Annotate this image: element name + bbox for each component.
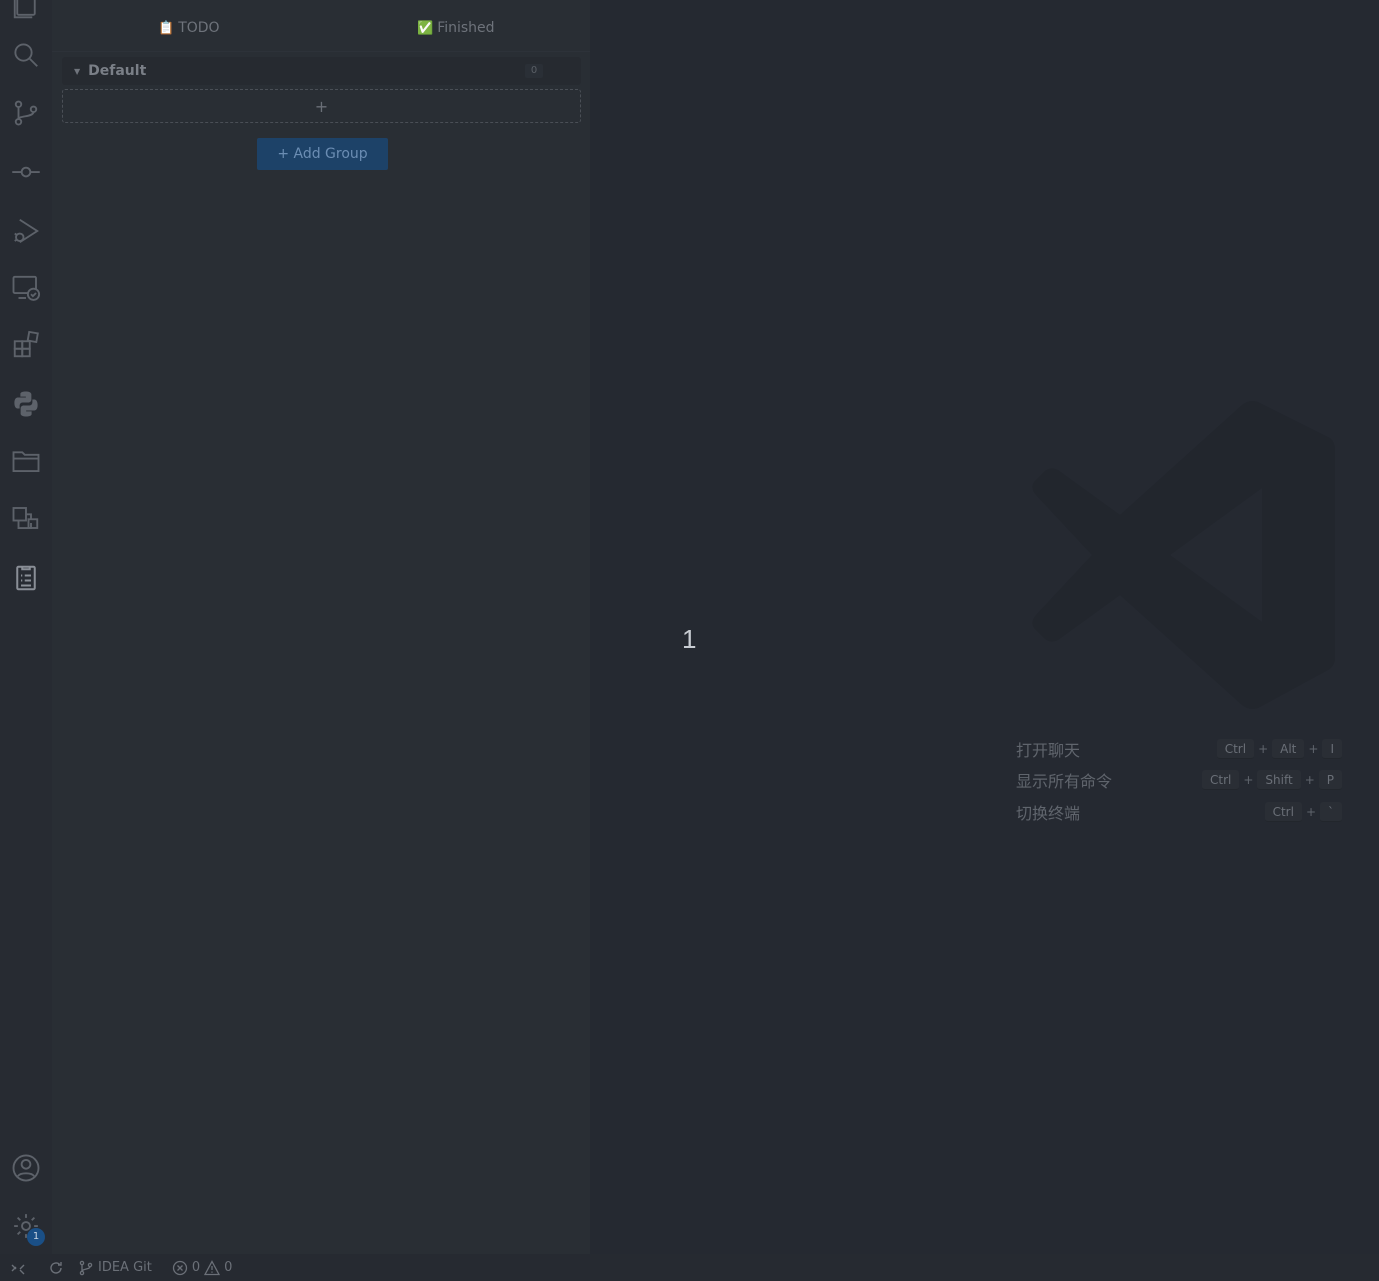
plus-icon: +	[314, 96, 329, 116]
container-icon[interactable]	[0, 494, 52, 542]
add-group-button[interactable]: + Add Group	[257, 138, 388, 170]
todo-list-icon[interactable]	[0, 554, 52, 602]
shortcut-show-all-commands[interactable]: 显示所有命令 Ctrl + Shift + P	[1016, 768, 1342, 792]
clipboard-icon: 📋	[158, 20, 175, 36]
tab-todo-label: TODO	[178, 20, 220, 36]
vscode-window: 1 📋 TODO ✅ Finished ▼ Default 0 + + Add …	[0, 0, 1379, 1281]
git-branch-status[interactable]: IDEA Git	[78, 1260, 152, 1276]
git-branch-icon	[79, 1260, 93, 1275]
error-icon	[172, 1260, 188, 1275]
accounts-icon[interactable]	[0, 1144, 52, 1192]
settings-icon[interactable]	[0, 1202, 52, 1250]
remote-explorer-icon[interactable]	[0, 264, 52, 312]
settings-badge: 1	[27, 1228, 45, 1246]
group-name: Default	[88, 63, 147, 79]
folder-icon[interactable]	[0, 437, 52, 485]
status-bar: IDEA Git 0 0	[0, 1254, 1379, 1281]
vscode-logo-watermark-icon	[1032, 401, 1335, 709]
chevron-down-icon: ▼	[74, 66, 81, 76]
shortcut-open-chat[interactable]: 打开聊天 Ctrl + Alt + I	[1016, 737, 1342, 761]
run-debug-icon[interactable]	[0, 207, 52, 255]
extensions-icon[interactable]	[0, 321, 52, 369]
warning-icon	[204, 1259, 221, 1275]
todo-sidebar: 📋 TODO ✅ Finished ▼ Default 0 + + Add Gr…	[52, 0, 590, 1254]
remote-indicator-icon[interactable]	[10, 1260, 26, 1276]
group-count-badge: 0	[525, 64, 543, 78]
shortcut-toggle-terminal[interactable]: 切换终端 Ctrl + `	[1016, 800, 1342, 824]
check-box-icon: ✅	[417, 20, 434, 36]
warning-count: 0	[224, 1260, 233, 1275]
branch-name: IDEA Git	[98, 1260, 152, 1275]
tab-finished[interactable]: ✅ Finished	[417, 16, 495, 40]
tab-finished-label: Finished	[437, 20, 495, 36]
editor-area: 1 打开聊天 Ctrl + Alt + I 显示所有命令 Ctrl + Shift + …	[590, 0, 1379, 1254]
search-icon[interactable]	[0, 31, 52, 79]
tab-todo[interactable]: 📋 TODO	[158, 16, 220, 40]
line-number-indicator: 1	[682, 624, 697, 654]
problems-status[interactable]: 0 0	[172, 1259, 233, 1276]
source-control-icon[interactable]	[0, 89, 52, 137]
sync-icon[interactable]	[48, 1260, 64, 1276]
python-icon[interactable]	[0, 380, 52, 428]
add-item-button[interactable]: +	[62, 89, 581, 123]
commit-icon[interactable]	[0, 148, 52, 196]
todo-tabs: 📋 TODO ✅ Finished	[52, 0, 590, 52]
explorer-icon[interactable]	[0, 0, 52, 30]
group-header-default[interactable]: ▼ Default 0	[62, 57, 581, 85]
error-count: 0	[191, 1260, 201, 1275]
activity-bar: 1	[0, 0, 52, 1254]
